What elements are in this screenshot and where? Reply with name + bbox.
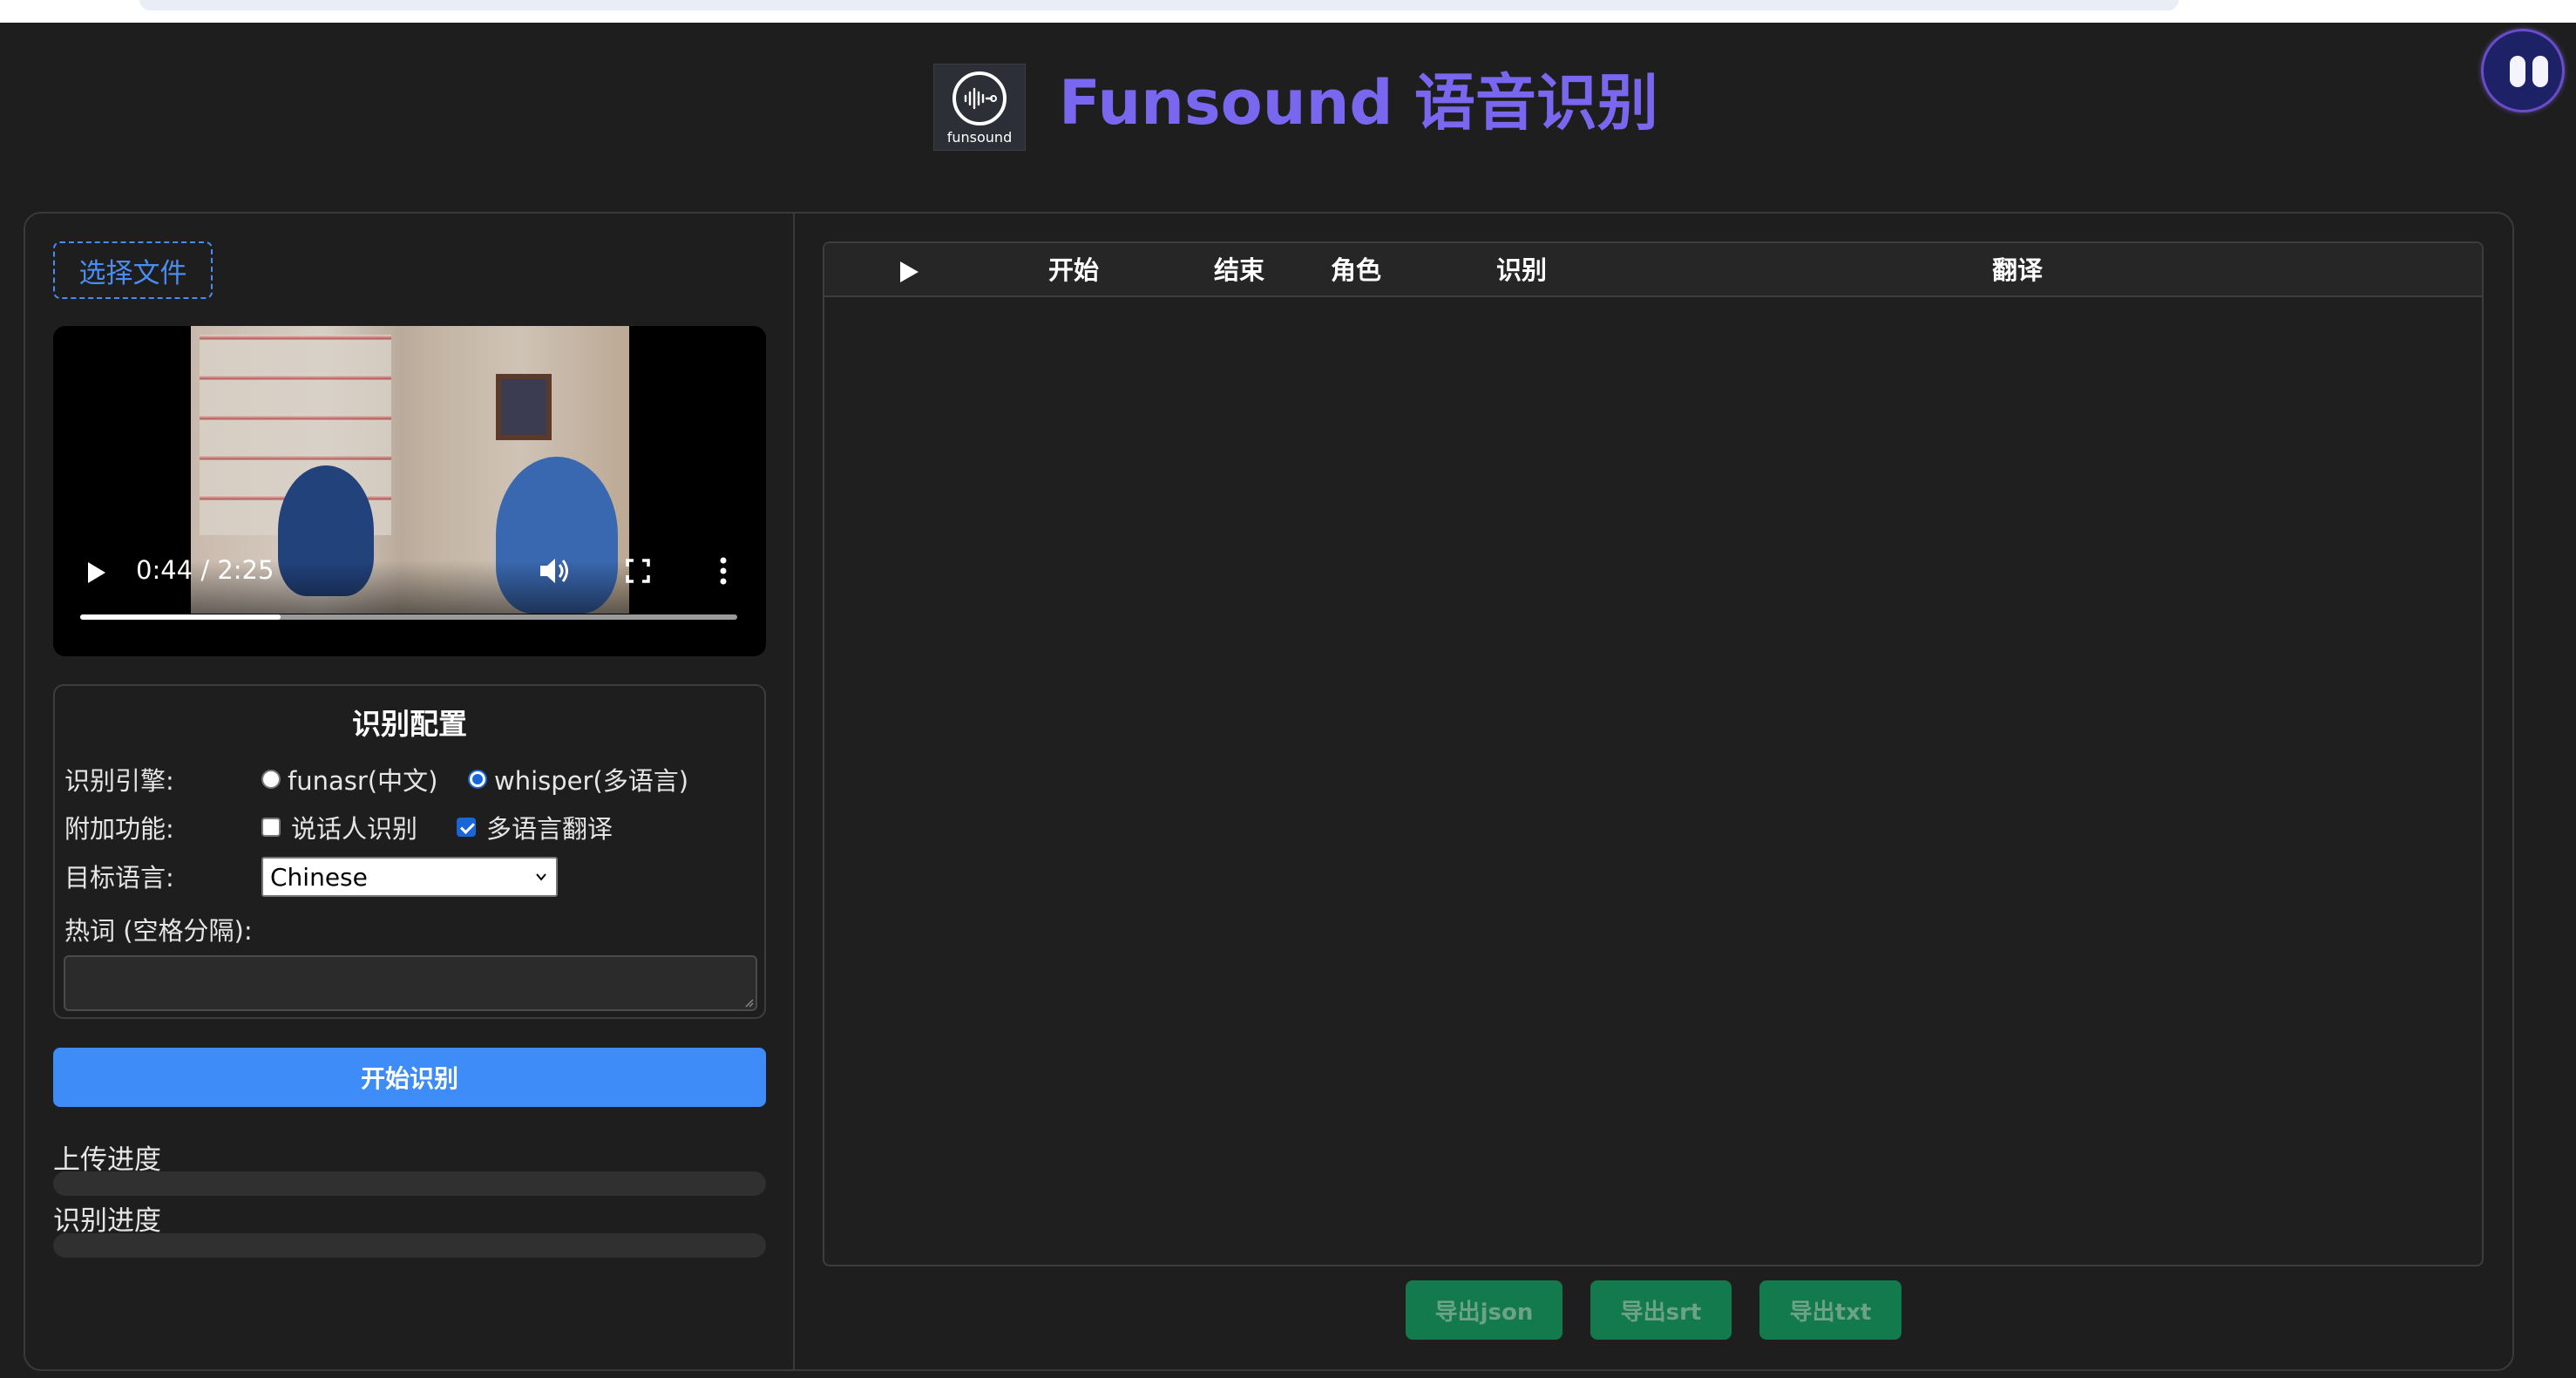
browser-address-pill <box>139 0 2179 10</box>
waveform-icon <box>952 71 1007 126</box>
export-json-button[interactable]: 导出json <box>1406 1280 1563 1340</box>
target-language-value: Chinese <box>270 862 368 892</box>
video-player[interactable]: 0:44 / 2:25 <box>53 326 766 656</box>
column-start: 开始 <box>1048 255 1100 285</box>
recognize-progress-bar <box>53 1233 766 1258</box>
target-language-label: 目标语言: <box>64 863 174 893</box>
hotword-input[interactable] <box>64 955 757 1011</box>
app-title: Funsound 语音识别 <box>1059 67 1658 139</box>
column-end: 结束 <box>1214 255 1265 285</box>
more-options-icon[interactable] <box>717 556 729 586</box>
video-seek-bar[interactable] <box>80 614 737 620</box>
addon-label: 附加功能: <box>64 814 174 844</box>
column-recognition: 识别 <box>1496 255 1548 285</box>
export-txt-button[interactable]: 导出txt <box>1759 1280 1901 1340</box>
checkbox[interactable] <box>457 818 476 837</box>
addon-translation[interactable]: 多语言翻译 <box>457 809 613 845</box>
app-logo: funsound <box>933 64 1026 151</box>
transcript-table: 开始 结束 角色 识别 翻译 <box>823 241 2484 1266</box>
radio-button[interactable] <box>261 770 281 789</box>
config-title: 识别配置 <box>352 707 467 741</box>
engine-label: 识别引擎: <box>64 766 174 796</box>
play-icon[interactable] <box>83 560 109 586</box>
export-srt-button[interactable]: 导出srt <box>1590 1280 1732 1340</box>
start-recognition-button[interactable]: 开始识别 <box>53 1048 766 1107</box>
avatar-eye-icon <box>2510 56 2525 87</box>
avatar[interactable] <box>2481 29 2565 112</box>
target-language-select[interactable]: Chinese <box>261 857 558 897</box>
engine-option-funasr[interactable]: funasr(中文) <box>261 761 437 798</box>
checkbox[interactable] <box>261 818 281 837</box>
volume-icon[interactable] <box>539 556 572 586</box>
logo-text: funsound <box>946 128 1013 146</box>
engine-option-whisper[interactable]: whisper(多语言) <box>468 761 688 798</box>
resize-grip-icon[interactable] <box>743 997 754 1008</box>
table-header: 开始 结束 角色 识别 翻译 <box>824 243 2482 297</box>
fullscreen-icon[interactable] <box>625 558 651 584</box>
avatar-eye-icon <box>2532 56 2548 87</box>
video-time: 0:44 / 2:25 <box>136 555 275 585</box>
hotword-label: 热词 (空格分隔): <box>64 916 253 946</box>
column-role: 角色 <box>1331 255 1382 285</box>
play-all-icon[interactable] <box>898 261 919 283</box>
browser-top-strip <box>0 0 2576 23</box>
recognize-progress-label: 识别进度 <box>53 1205 161 1237</box>
column-translation: 翻译 <box>1992 255 2044 285</box>
addon-speaker-diarization[interactable]: 说话人识别 <box>261 809 417 845</box>
column-divider <box>793 213 795 1370</box>
chevron-down-icon <box>536 873 546 881</box>
recognition-config-panel: 识别配置 识别引擎: funasr(中文) whisper(多语言) 附加功能:… <box>53 684 766 1019</box>
upload-progress-bar <box>53 1171 766 1196</box>
select-file-button[interactable]: 选择文件 <box>53 241 213 299</box>
video-seek-progress <box>80 614 281 620</box>
radio-button[interactable] <box>468 770 487 789</box>
